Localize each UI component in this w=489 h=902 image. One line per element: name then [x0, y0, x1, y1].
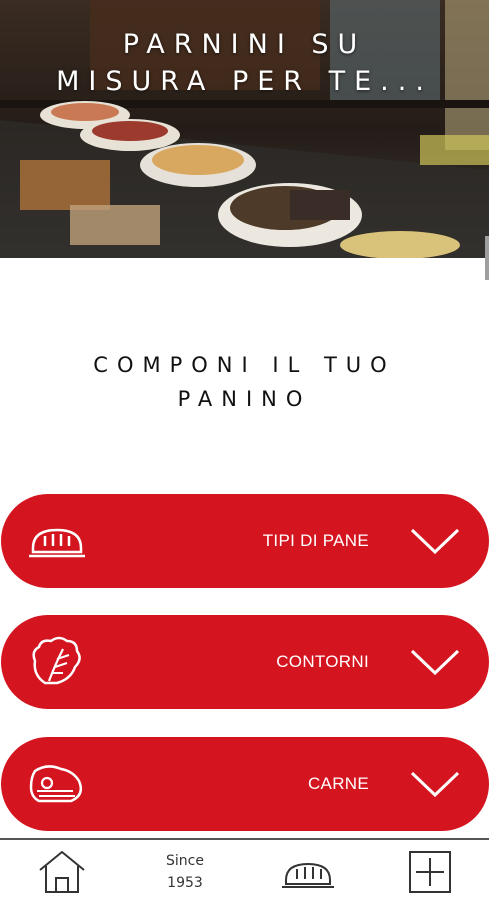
category-carne-button[interactable]: CARNE — [1, 737, 489, 831]
hero-title-line2: MISURA PER TE... — [56, 66, 433, 97]
bottom-nav: Since 1953 — [0, 838, 489, 902]
chevron-down-icon — [410, 771, 460, 798]
nav-bread-button[interactable] — [280, 840, 336, 900]
section-title-line1: COMPONI IL TUO — [93, 353, 396, 377]
category-contorni-button[interactable]: CONTORNI — [1, 615, 489, 709]
scrollbar[interactable] — [485, 236, 489, 280]
category-label: TIPI DI PANE — [262, 531, 369, 550]
steak-icon — [29, 765, 82, 803]
section-title-line2: PANINO — [177, 387, 312, 411]
plus-icon — [409, 851, 451, 893]
chevron-down-icon — [410, 649, 460, 676]
bread-icon — [29, 528, 85, 558]
hero-banner: PARNINI SU MISURA PER TE... — [0, 0, 489, 258]
chevron-down-icon — [410, 528, 460, 555]
bread-icon — [282, 862, 334, 888]
nav-since-button[interactable]: Since 1953 — [155, 850, 215, 894]
nav-add-button[interactable] — [408, 840, 452, 900]
since-year: 1953 — [167, 875, 203, 891]
category-label: CARNE — [307, 774, 369, 793]
since-label: Since — [166, 853, 204, 869]
category-label: CONTORNI — [276, 652, 369, 671]
home-icon — [39, 850, 85, 893]
nav-home-button[interactable] — [36, 840, 88, 900]
category-tipi-di-pane-button[interactable]: TIPI DI PANE — [1, 494, 489, 588]
hero-title: PARNINI SU MISURA PER TE... — [0, 26, 489, 100]
section-title: COMPONI IL TUO PANINO — [0, 348, 489, 416]
hero-title-line1: PARNINI SU — [122, 29, 367, 60]
lettuce-icon — [32, 636, 81, 685]
